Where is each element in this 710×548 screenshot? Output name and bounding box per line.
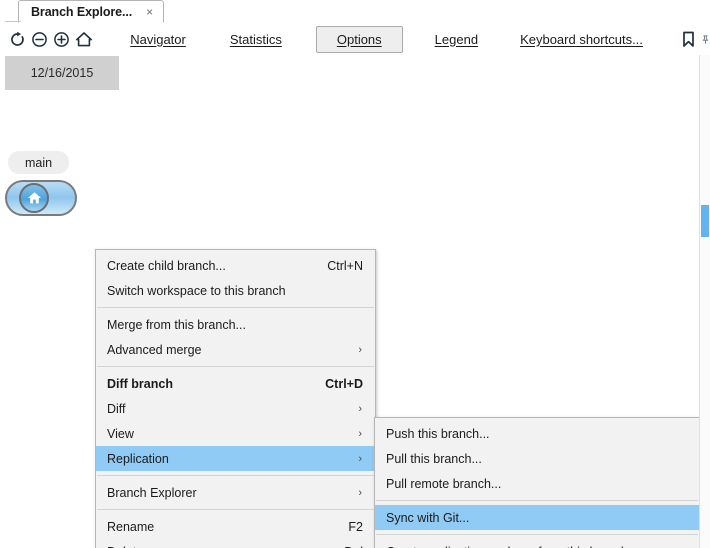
submenu-item-push-this-branch[interactable]: Push this branch... [375, 421, 699, 446]
branch-name-label[interactable]: main [8, 151, 69, 174]
menu-item-switch-workspace[interactable]: Switch workspace to this branch [96, 278, 375, 303]
tab-branch-explorer[interactable]: Branch Explore... × [18, 0, 164, 23]
menu-item-label: Switch workspace to this branch [107, 284, 286, 298]
menu-item-accelerator: Ctrl+N [327, 259, 365, 273]
branch-explorer-canvas[interactable]: 12/16/2015 main Create child branch... C… [0, 55, 710, 548]
date-header: 12/16/2015 [5, 56, 119, 90]
tab-strip: Branch Explore... × [0, 0, 710, 24]
toolbar-link-keyboard-shortcuts[interactable]: Keyboard shortcuts... [512, 32, 651, 47]
menu-item-accelerator: Del [344, 545, 365, 548]
menu-item-diff[interactable]: Diff › [96, 396, 375, 421]
chevron-right-icon: › [358, 344, 365, 356]
menu-item-label: Pull remote branch... [386, 477, 501, 491]
chevron-right-icon: › [358, 487, 365, 499]
menu-item-merge-from-this-branch[interactable]: Merge from this branch... [96, 312, 375, 337]
menu-separator [376, 534, 698, 535]
menu-item-replication[interactable]: Replication › [96, 446, 375, 471]
refresh-icon[interactable] [6, 24, 28, 54]
tab-label: Branch Explore... [31, 5, 132, 19]
menu-item-branch-explorer[interactable]: Branch Explorer › [96, 480, 375, 505]
menu-item-label: Create replication package from this bra… [386, 545, 638, 548]
menu-item-rename[interactable]: Rename F2 [96, 514, 375, 539]
submenu-item-pull-remote-branch[interactable]: Pull remote branch... [375, 471, 699, 496]
menu-item-view[interactable]: View › [96, 421, 375, 446]
menu-item-label: View [107, 427, 134, 441]
menu-separator [376, 500, 698, 501]
menu-separator [97, 307, 374, 308]
menu-item-label: Rename [107, 520, 154, 534]
menu-item-label: Create child branch... [107, 259, 226, 273]
branch-node-circle[interactable] [19, 183, 49, 213]
chevron-right-icon: › [358, 403, 365, 415]
menu-separator [97, 509, 374, 510]
house-icon [27, 191, 42, 205]
options-button-label: Options [337, 32, 382, 47]
menu-separator [97, 475, 374, 476]
close-icon[interactable]: × [146, 6, 153, 18]
submenu-item-create-replication-package-from-branch[interactable]: Create replication package from this bra… [375, 539, 699, 548]
options-button[interactable]: Options [316, 26, 403, 53]
toolbar: Navigator Statistics Options Legend Keyb… [0, 23, 710, 56]
menu-item-label: Diff [107, 402, 126, 416]
toolbar-link-statistics[interactable]: Statistics [222, 32, 290, 47]
menu-item-delete[interactable]: Delete Del [96, 539, 375, 548]
menu-item-advanced-merge[interactable]: Advanced merge › [96, 337, 375, 362]
home-icon[interactable] [73, 24, 95, 54]
submenu-item-sync-with-git[interactable]: Sync with Git... [375, 505, 699, 530]
menu-item-label: Advanced merge [107, 343, 202, 357]
pin-icon[interactable] [701, 24, 710, 54]
menu-item-label: Replication [107, 452, 169, 466]
toolbar-link-navigator[interactable]: Navigator [122, 32, 194, 47]
toolbar-link-legend[interactable]: Legend [427, 32, 486, 47]
menu-item-label: Merge from this branch... [107, 318, 246, 332]
menu-item-label: Delete [107, 545, 143, 548]
chevron-right-icon: › [358, 428, 365, 440]
menu-item-accelerator: F2 [348, 520, 365, 534]
branch-context-menu[interactable]: Create child branch... Ctrl+N Switch wor… [95, 249, 376, 548]
zoom-out-icon[interactable] [28, 24, 50, 54]
menu-item-create-child-branch[interactable]: Create child branch... Ctrl+N [96, 253, 375, 278]
chevron-right-icon: › [358, 453, 365, 465]
vertical-scrollbar[interactable] [699, 55, 710, 548]
vertical-scrollbar-thumb[interactable] [701, 205, 709, 237]
lane-divider [0, 90, 710, 91]
menu-separator [97, 366, 374, 367]
menu-item-label: Sync with Git... [386, 511, 469, 525]
menu-item-label: Diff branch [107, 377, 173, 391]
menu-item-label: Push this branch... [386, 427, 490, 441]
menu-item-accelerator: Ctrl+D [325, 377, 365, 391]
bookmark-icon[interactable] [677, 24, 699, 54]
zoom-in-icon[interactable] [50, 24, 72, 54]
menu-item-label: Pull this branch... [386, 452, 482, 466]
submenu-item-pull-this-branch[interactable]: Pull this branch... [375, 446, 699, 471]
menu-item-diff-branch[interactable]: Diff branch Ctrl+D [96, 371, 375, 396]
replication-submenu[interactable]: Push this branch... Pull this branch... … [374, 417, 700, 548]
menu-item-label: Branch Explorer [107, 486, 197, 500]
